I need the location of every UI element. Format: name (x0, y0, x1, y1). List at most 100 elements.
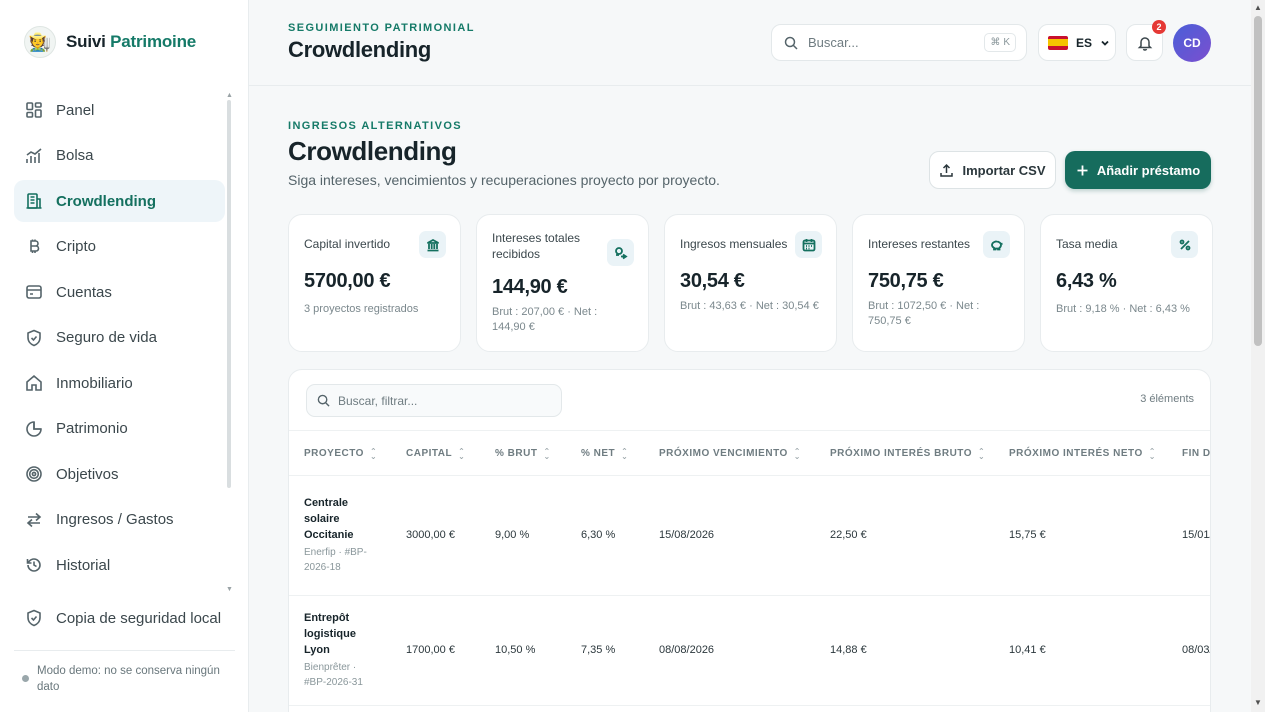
sidebar-item-label: Panel (56, 101, 95, 119)
sidebar-item-label: Seguro de vida (56, 329, 157, 346)
column-header-brut[interactable]: % BRUT ⌃ ⌄ (495, 447, 551, 460)
top-bar: SEGUIMIENTO PATRIMONIAL Crowdlending ⌘K … (249, 0, 1251, 86)
sidebar-item-historial[interactable]: Historial (14, 544, 225, 586)
sidebar-item-ingresos-gastos[interactable]: Ingresos / Gastos (14, 499, 225, 541)
sidebar-item-crowdlending[interactable]: Crowdlending (14, 180, 225, 222)
table-row[interactable]: Centrale solaire Occitanie Enerfip · #BP… (289, 476, 1211, 596)
language-selector[interactable]: ES (1038, 24, 1116, 61)
column-label: % BRUT (495, 448, 538, 459)
upload-icon (940, 163, 954, 177)
spain-flag-icon (1048, 35, 1068, 50)
next-due-cell: 15/08/2026 (659, 529, 715, 541)
target-icon (25, 465, 43, 483)
shield-check-icon (25, 609, 43, 627)
import-csv-label: Importar CSV (962, 162, 1046, 178)
chart-icon (25, 147, 43, 165)
column-header-next-gross-interest[interactable]: PRÓXIMO INTERÉS BRUTO ⌃ ⌄ (830, 447, 985, 460)
shortcut-hint: ⌘ K (984, 33, 1016, 52)
history-icon (25, 556, 43, 574)
card-remaining-interest: Intereses restantes 750,75 € Brut : 1072… (852, 214, 1025, 352)
avatar[interactable]: CD (1173, 24, 1211, 62)
column-header-capital[interactable]: CAPITAL ⌃ ⌄ (406, 446, 466, 461)
card-label: Capital invertido (304, 237, 391, 251)
card-monthly-income: Ingresos mensuales 30,54 € Brut : 43,63 … (664, 214, 837, 352)
card-interest-received: Intereses totales recibidos 144,90 € Bru… (476, 214, 649, 352)
home-icon (25, 374, 43, 392)
sort-icon: ⌃ ⌄ (458, 446, 466, 461)
column-label: FIN D (1182, 448, 1211, 459)
column-header-proyecto[interactable]: PROYECTO ⌃ ⌄ (304, 447, 377, 460)
page-eyebrow: INGRESOS ALTERNATIVOS (288, 120, 463, 132)
page-scrollbar[interactable]: ▲ ▼ (1251, 0, 1265, 712)
scroll-down-icon[interactable]: ▼ (1254, 698, 1262, 707)
notification-badge: 2 (1152, 20, 1166, 34)
table-filter[interactable] (306, 384, 562, 417)
card-sub: 3 proyectos registrados (304, 303, 419, 315)
demo-note: Modo demo: no se conserva ningún dato (22, 663, 232, 695)
card-sub: Brut : 43,63 € · Net : 30,54 € (680, 300, 819, 312)
column-label: PROYECTO (304, 448, 364, 459)
shortcut-key: K (1003, 37, 1010, 48)
next-net-interest-cell: 15,75 € (1009, 529, 1046, 541)
sidebar-item-objetivos[interactable]: Objetivos (14, 453, 225, 495)
scrollbar-thumb[interactable] (1254, 16, 1262, 346)
sort-icon: ⌃ ⌄ (621, 446, 629, 461)
end-date-cell: 15/01/ (1182, 529, 1211, 541)
capital-cell: 1700,00 € (406, 644, 455, 656)
card-value: 750,75 € (868, 270, 944, 292)
import-csv-button[interactable]: Importar CSV (929, 151, 1056, 189)
filter-input[interactable] (338, 393, 538, 408)
sidebar: 🧑‍🌾 Suivi Patrimoine Panel Bolsa Crowdle… (0, 0, 249, 712)
table-row[interactable]: Entrepôt logistique Lyon Bienprêter · #B… (289, 596, 1211, 706)
search-input[interactable] (808, 35, 978, 50)
next-gross-interest-cell: 22,50 € (830, 529, 867, 541)
sort-icon: ⌃ ⌄ (793, 446, 801, 461)
sidebar-item-cripto[interactable]: Cripto (14, 226, 225, 268)
scroll-up-icon[interactable]: ▲ (1254, 3, 1262, 12)
sidebar-item-inmobiliario[interactable]: Inmobiliario (14, 362, 225, 404)
chevron-down-icon (1101, 40, 1109, 46)
main-content: INGRESOS ALTERNATIVOS Crowdlending Siga … (249, 87, 1251, 712)
search-box[interactable]: ⌘K (771, 24, 1027, 61)
column-label: PRÓXIMO VENCIMIENTO (659, 448, 788, 459)
demo-note-text: Modo demo: no se conserva ningún dato (37, 665, 220, 693)
plus-icon (1077, 165, 1088, 175)
sidebar-item-label: Objetivos (56, 465, 119, 483)
sidebar-item-bolsa[interactable]: Bolsa (14, 135, 225, 177)
card-sub: Brut : 1072,50 € · Net : 750,75 € (868, 300, 980, 327)
sidebar-item-backup[interactable]: Copia de seguridad local (14, 597, 225, 639)
sidebar-item-panel[interactable]: Panel (14, 89, 225, 131)
column-header-net[interactable]: % NET ⌃ ⌄ (581, 446, 629, 461)
end-date-cell: 08/03/ (1182, 644, 1211, 656)
sidebar-scroll-down-icon[interactable]: ▼ (226, 586, 233, 593)
sidebar-item-cuentas[interactable]: Cuentas (14, 271, 225, 313)
brand-name: Suivi Patrimoine (66, 32, 197, 51)
brand-logo-icon: 🧑‍🌾 (24, 26, 56, 58)
bell-icon (1137, 36, 1152, 51)
column-header-next-net-interest[interactable]: PRÓXIMO INTERÉS NETO ⌃ ⌄ (1009, 447, 1156, 460)
sidebar-item-patrimonio[interactable]: Patrimonio (14, 408, 225, 450)
sidebar-item-label: Cuentas (56, 283, 112, 301)
bank-icon (419, 231, 446, 258)
shield-icon (25, 329, 43, 347)
card-label: Intereses restantes (868, 237, 971, 251)
sidebar-item-label: Crowdlending (56, 192, 156, 210)
column-header-next-due[interactable]: PRÓXIMO VENCIMIENTO ⌃ ⌄ (659, 446, 801, 461)
capital-cell: 3000,00 € (406, 529, 455, 541)
card-value: 5700,00 € (304, 270, 391, 292)
project-cell: Entrepôt logistique Lyon Bienprêter · #B… (304, 610, 374, 690)
next-due-cell: 08/08/2026 (659, 644, 715, 656)
search-icon (317, 394, 330, 407)
sidebar-item-label: Bolsa (56, 147, 94, 164)
card-average-rate: Tasa media 6,43 % Brut : 9,18 % · Net : … (1040, 214, 1213, 352)
sidebar-scroll-up-icon[interactable]: ▲ (226, 92, 233, 99)
brand[interactable]: 🧑‍🌾 Suivi Patrimoine (24, 26, 196, 58)
sidebar-item-seguro[interactable]: Seguro de vida (14, 317, 225, 359)
column-header-end-date[interactable]: FIN D (1182, 448, 1211, 459)
card-label: Ingresos mensuales (680, 237, 788, 251)
search-icon (784, 36, 798, 50)
column-label: PRÓXIMO INTERÉS NETO (1009, 448, 1143, 459)
card-capital: Capital invertido 5700,00 € 3 proyectos … (288, 214, 461, 352)
add-loan-button[interactable]: Añadir préstamo (1065, 151, 1211, 189)
sidebar-scrollbar[interactable] (227, 100, 231, 488)
